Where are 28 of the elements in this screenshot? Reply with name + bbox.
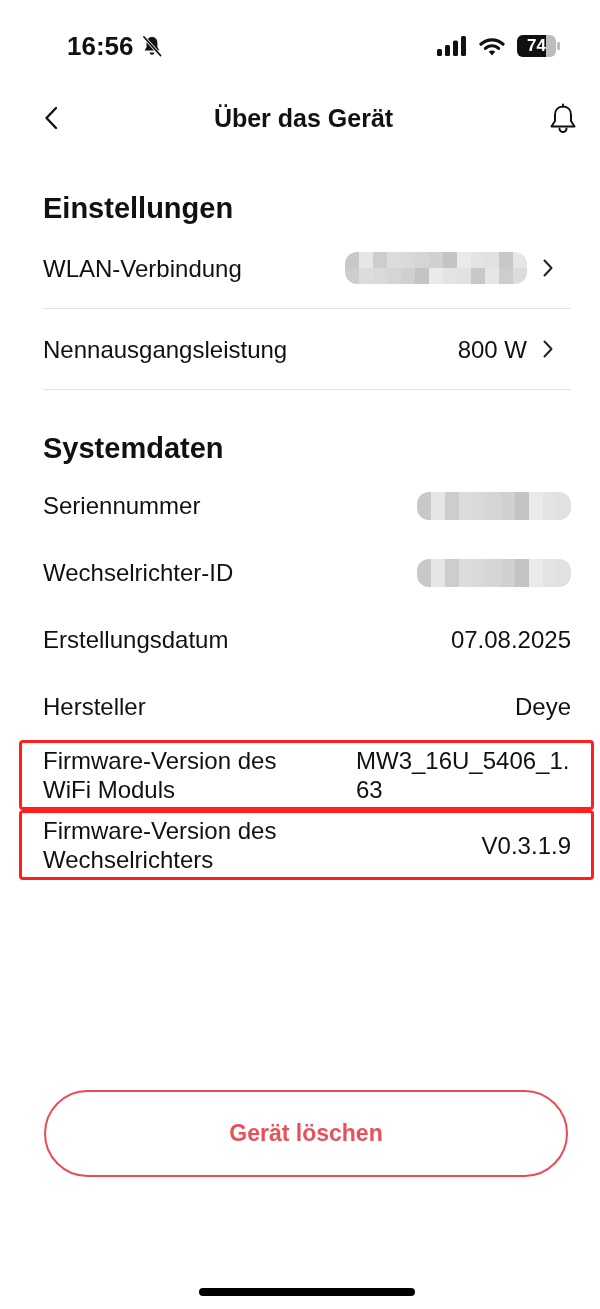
section-heading: Einstellungen <box>43 191 235 226</box>
muted-bell-icon <box>140 35 163 57</box>
row-value: 07.08.2025 <box>450 625 571 654</box>
signal-icon <box>437 36 467 56</box>
row-value: 800 W <box>457 334 527 364</box>
settings-row[interactable]: Nennausgangsleistung 800 W <box>43 309 571 390</box>
row-label: Erstellungsdatum <box>43 625 229 654</box>
row-label: WLAN-Verbindung <box>43 253 242 283</box>
wifi-icon <box>479 36 505 56</box>
settings-row[interactable]: WLAN-Verbindung <box>43 228 571 309</box>
chevron-right-icon <box>543 259 553 277</box>
row-label: Seriennummer <box>43 491 201 520</box>
row-value: MW3_16U_5406_1.63 <box>356 746 571 804</box>
row-label: Wechselrichter-ID <box>43 558 234 587</box>
status-time: 16:56 <box>67 31 134 61</box>
delete-device-button[interactable]: Gerät löschen <box>44 1090 568 1177</box>
row-label: Firmware-Version des WiFi Moduls <box>43 746 278 804</box>
row-label: Hersteller <box>43 692 146 721</box>
back-icon[interactable] <box>44 106 58 130</box>
row-value: Deye <box>514 692 571 721</box>
chevron-right-icon <box>543 340 553 358</box>
row-label: Nennausgangsleistung <box>43 334 288 364</box>
battery-indicator: 74 <box>517 35 561 57</box>
row-label: Firmware-Version des Wechselrichters <box>43 816 278 874</box>
section-heading: Systemdaten <box>43 431 225 466</box>
page-title: Über das Gerät <box>213 103 394 133</box>
row-value: V0.3.1.9 <box>481 830 571 860</box>
bell-icon[interactable] <box>549 102 577 134</box>
